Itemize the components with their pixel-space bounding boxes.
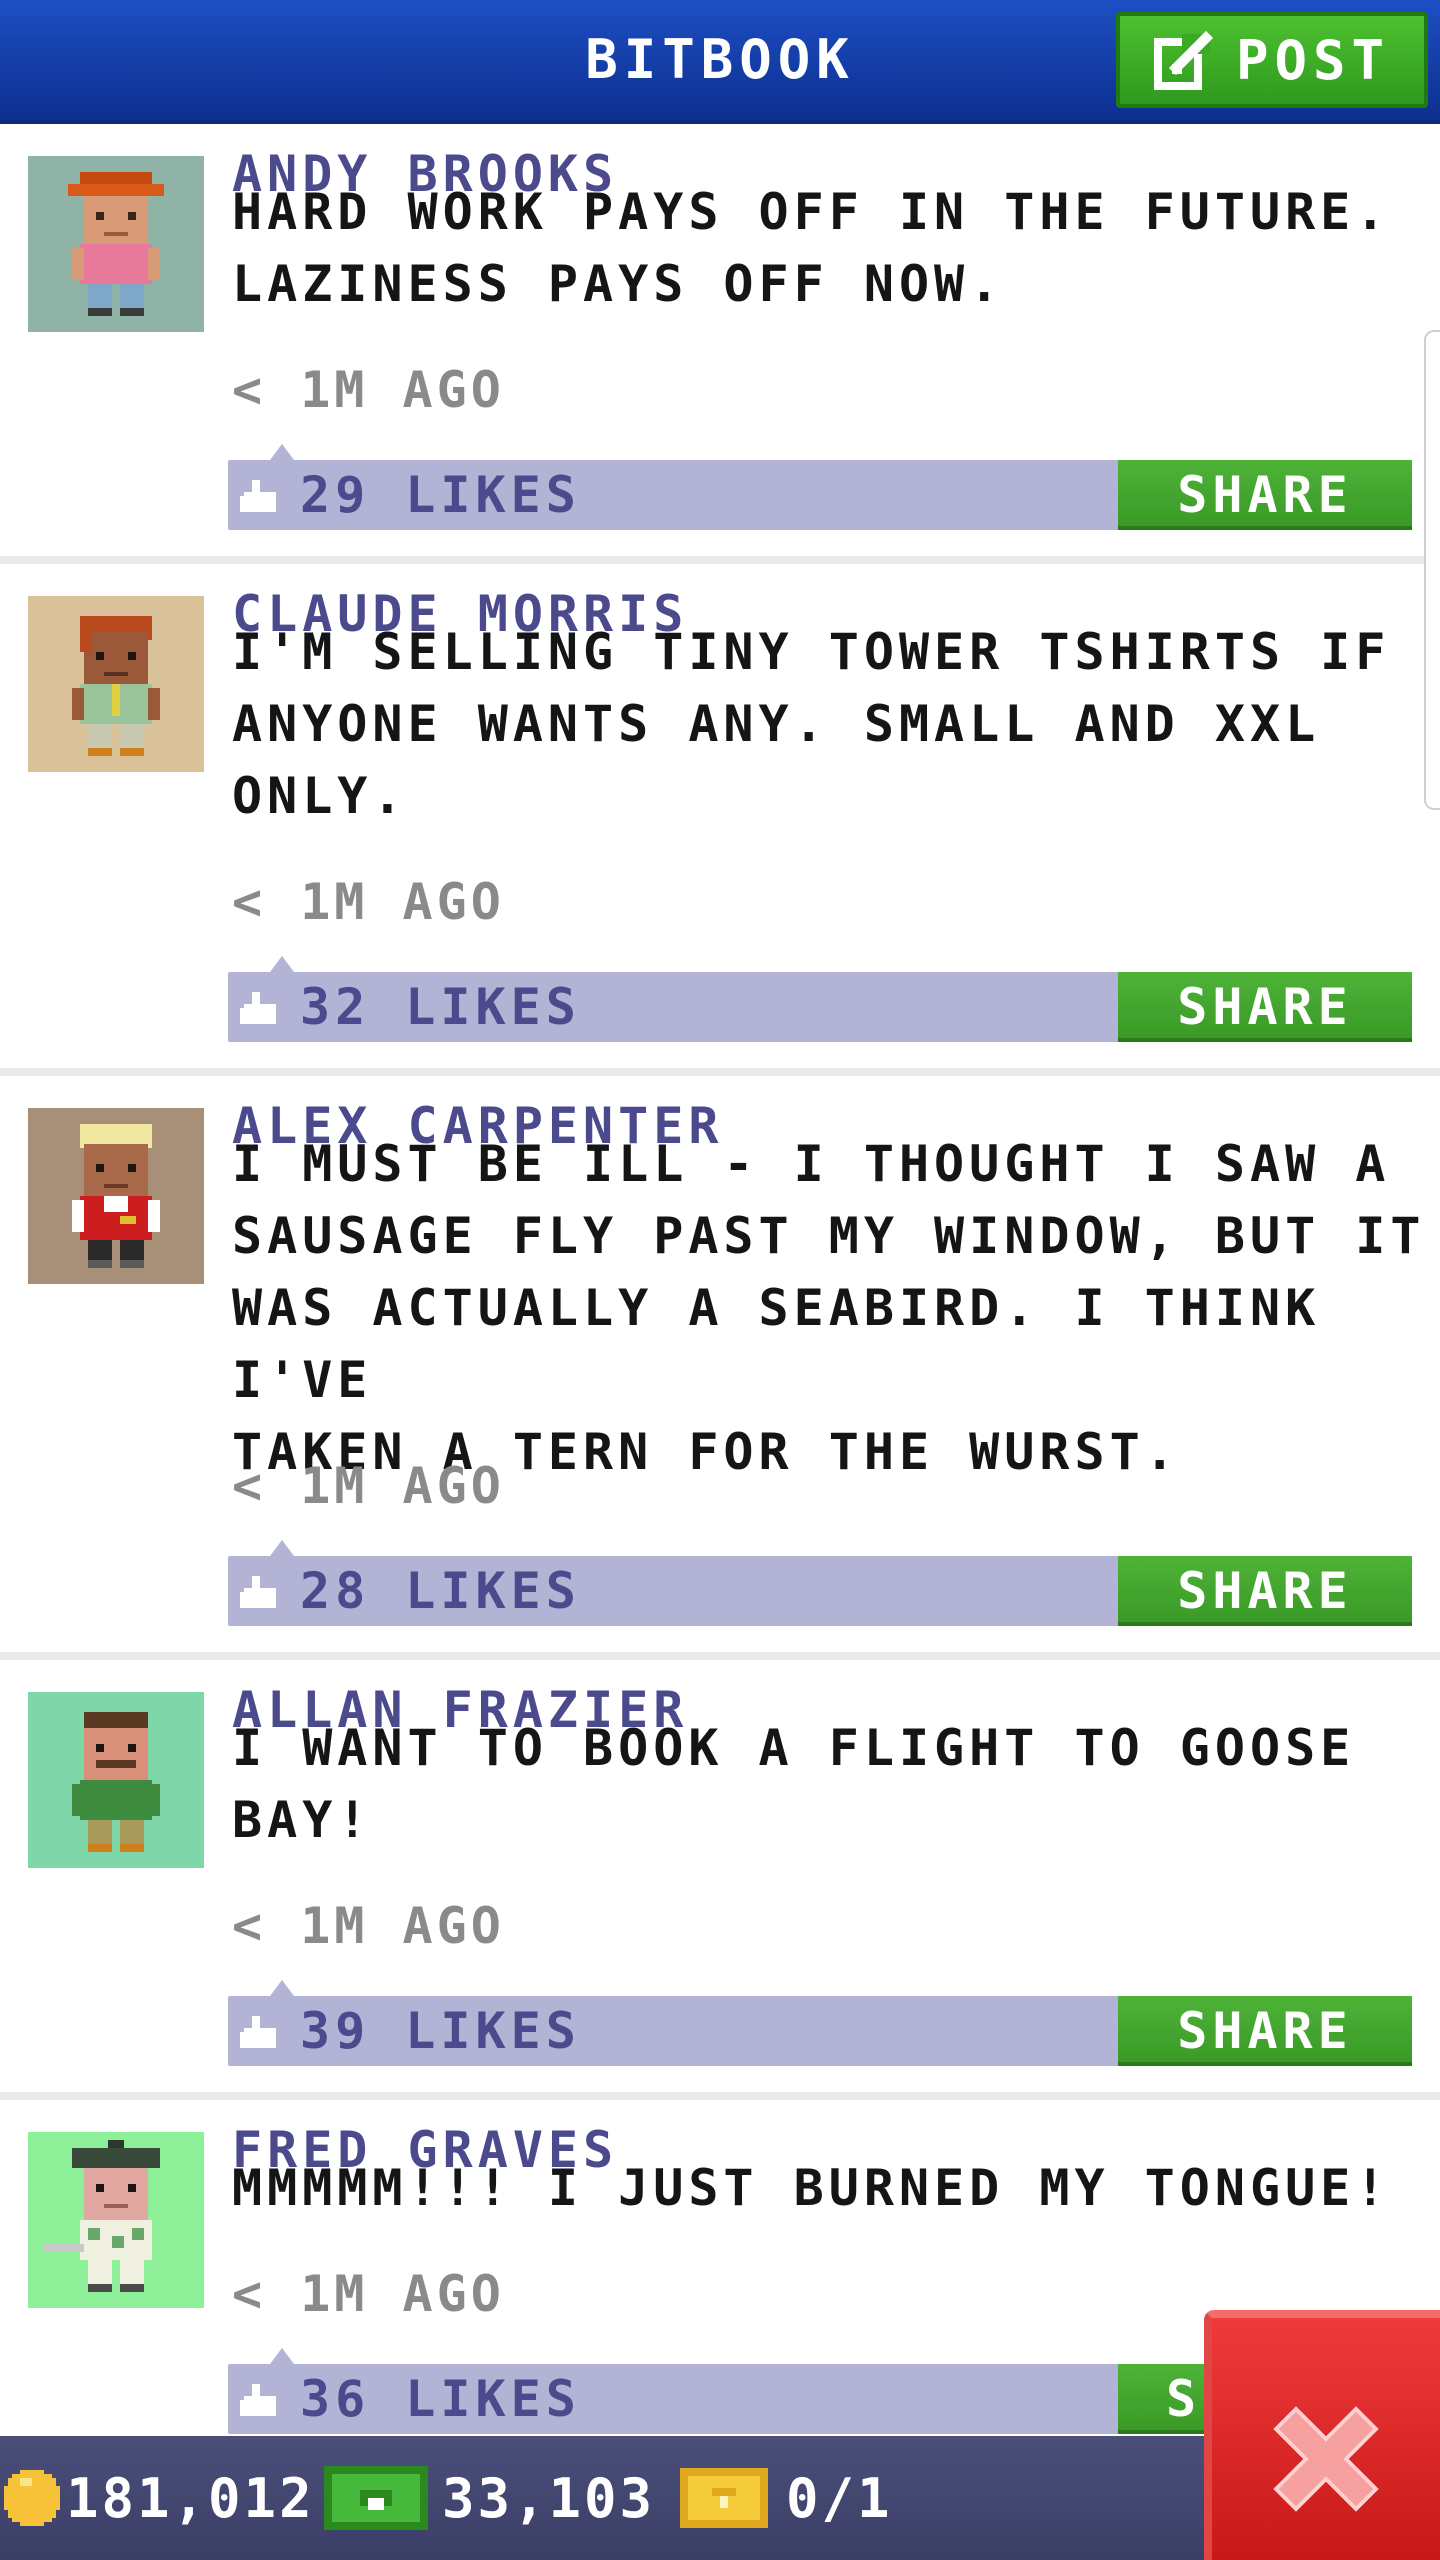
avatar-andy-brooks[interactable] (28, 156, 204, 332)
share-button[interactable]: SHARE (1118, 972, 1412, 1042)
bux-icon (324, 2466, 428, 2530)
thumbs-up-icon[interactable] (240, 476, 280, 516)
post-divider (0, 556, 1440, 564)
avatar-allan-frazier[interactable] (28, 1692, 204, 1868)
likes-bar: 39 LIKES SHARE (228, 1980, 1412, 2066)
likes-bar-notch (270, 1540, 294, 1556)
likes-count: 28 LIKES (300, 1562, 581, 1620)
post-message: I'M SELLING TINY TOWER TSHIRTS IF ANYONE… (232, 616, 1432, 832)
post-message: I WANT TO BOOK A FLIGHT TO GOOSE BAY! (232, 1712, 1432, 1856)
feed-post: ALEX CARPENTER I MUST BE ILL - I THOUGHT… (0, 1076, 1440, 1660)
thumbs-up-icon[interactable] (240, 988, 280, 1028)
likes-count: 36 LIKES (300, 2370, 581, 2428)
ticket-icon (680, 2468, 768, 2528)
coins-stat: 181,012 (4, 2436, 315, 2560)
avatar-fred-graves[interactable] (28, 2132, 204, 2308)
edit-icon (1153, 30, 1214, 90)
message-line: MMMMM!!! I JUST BURNED MY TONGUE! (232, 2159, 1391, 2217)
avatar-alex-carpenter[interactable] (28, 1108, 204, 1284)
message-line: LAZINESS PAYS OFF NOW. (232, 255, 1005, 313)
post-divider (0, 1652, 1440, 1660)
likes-count: 32 LIKES (300, 978, 581, 1036)
likes-bar-notch (270, 956, 294, 972)
likes-bar: 28 LIKES SHARE (228, 1540, 1412, 1626)
thumbs-up-icon[interactable] (240, 2012, 280, 2052)
feed-post: ALLAN FRAZIER I WANT TO BOOK A FLIGHT TO… (0, 1660, 1440, 2100)
likes-count: 29 LIKES (300, 466, 581, 524)
close-button[interactable] (1204, 2310, 1440, 2560)
tickets-stat: 0/1 (680, 2436, 893, 2560)
tickets-value: 0/1 (786, 2466, 893, 2530)
likes-bar: 29 LIKES SHARE (228, 444, 1412, 530)
likes-count: 39 LIKES (300, 2002, 581, 2060)
scrollbar[interactable] (1424, 330, 1440, 810)
feed-post: ANDY BROOKS HARD WORK PAYS OFF IN THE FU… (0, 124, 1440, 564)
message-line: ANYONE WANTS ANY. SMALL AND XXL (232, 695, 1321, 753)
post-timestamp: < 1M AGO (232, 1457, 505, 1515)
share-button[interactable]: SHARE (1118, 1996, 1412, 2066)
post-message: HARD WORK PAYS OFF IN THE FUTURE. LAZINE… (232, 176, 1432, 320)
share-button[interactable]: SHARE (1118, 460, 1412, 530)
coins-value: 181,012 (66, 2466, 315, 2530)
post-message: MMMMM!!! I JUST BURNED MY TONGUE! (232, 2152, 1432, 2224)
post-timestamp: < 1M AGO (232, 873, 505, 931)
bux-stat: 33,103 (324, 2436, 655, 2560)
avatar-claude-morris[interactable] (28, 596, 204, 772)
post-timestamp: < 1M AGO (232, 1897, 505, 1955)
coin-icon (4, 2470, 60, 2526)
post-label: POST (1235, 28, 1391, 92)
news-feed[interactable]: ANDY BROOKS HARD WORK PAYS OFF IN THE FU… (0, 124, 1440, 2436)
likes-bar-notch (270, 1980, 294, 1996)
post-divider (0, 1068, 1440, 1076)
feed-post: CLAUDE MORRIS I'M SELLING TINY TOWER TSH… (0, 564, 1440, 1076)
message-line: WAS ACTUALLY A SEABIRD. I THINK I'VE (232, 1279, 1321, 1409)
bux-value: 33,103 (442, 2466, 656, 2530)
likes-bar-notch (270, 2348, 294, 2364)
app-header: BITBOOK POST (0, 0, 1440, 124)
message-line: ONLY. (232, 767, 408, 825)
likes-bar: 32 LIKES SHARE (228, 956, 1412, 1042)
message-line: HARD WORK PAYS OFF IN THE FUTURE. (232, 183, 1391, 241)
share-button[interactable]: SHARE (1118, 1556, 1412, 1626)
post-timestamp: < 1M AGO (232, 361, 505, 419)
message-line: BAY! (232, 1791, 373, 1849)
message-line: SAUSAGE FLY PAST MY WINDOW, BUT IT (232, 1207, 1426, 1265)
post-divider (0, 2092, 1440, 2100)
close-icon (1266, 2359, 1386, 2519)
message-line: I MUST BE ILL - I THOUGHT I SAW A (232, 1135, 1391, 1193)
message-line: I WANT TO BOOK A FLIGHT TO GOOSE (232, 1719, 1356, 1777)
thumbs-up-icon[interactable] (240, 2380, 280, 2420)
message-line: I'M SELLING TINY TOWER TSHIRTS IF (232, 623, 1391, 681)
likes-bar-notch (270, 444, 294, 460)
post-button[interactable]: POST (1116, 12, 1428, 108)
post-timestamp: < 1M AGO (232, 2265, 505, 2323)
thumbs-up-icon[interactable] (240, 1572, 280, 1612)
post-message: I MUST BE ILL - I THOUGHT I SAW A SAUSAG… (232, 1128, 1432, 1488)
